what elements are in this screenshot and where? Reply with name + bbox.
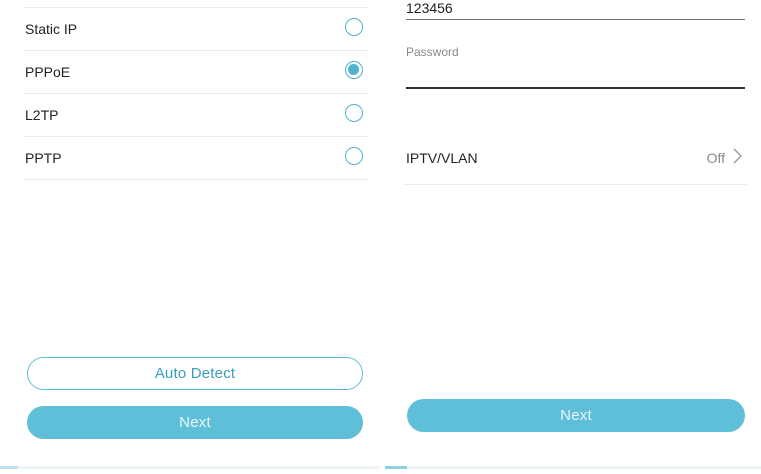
option-pptp[interactable]: PPTP — [24, 136, 368, 180]
connection-type-screen: Static IP PPPoE L2TP PPTP Auto Detect Ne… — [0, 0, 380, 474]
password-field[interactable]: Password — [406, 45, 459, 59]
home-indicator-accent — [0, 466, 18, 469]
option-label: PPTP — [25, 150, 62, 166]
option-label: PPPoE — [25, 64, 71, 80]
connection-type-list: Static IP PPPoE L2TP PPTP — [24, 7, 368, 180]
option-static-ip[interactable]: Static IP — [24, 7, 368, 50]
option-pppoe[interactable]: PPPoE — [24, 50, 368, 93]
home-indicator — [0, 466, 380, 469]
auto-detect-button[interactable]: Auto Detect — [27, 357, 363, 390]
iptv-vlan-label: IPTV/VLAN — [406, 150, 478, 166]
radio-filled-icon[interactable] — [345, 61, 363, 79]
option-l2tp[interactable]: L2TP — [24, 93, 368, 136]
iptv-vlan-row[interactable]: IPTV/VLAN Off — [403, 132, 747, 185]
option-label: L2TP — [25, 107, 59, 123]
chevron-right-icon — [733, 148, 742, 164]
iptv-vlan-value: Off — [706, 150, 725, 166]
password-underline — [406, 87, 745, 89]
pppoe-credentials-screen: 123456 Password IPTV/VLAN Off Next — [381, 0, 761, 474]
option-label: Static IP — [25, 21, 78, 37]
home-indicator-accent — [385, 466, 407, 469]
username-underline — [406, 19, 745, 20]
next-button[interactable]: Next — [407, 399, 745, 432]
radio-empty-icon[interactable] — [345, 147, 363, 165]
radio-empty-icon[interactable] — [345, 18, 363, 36]
username-field[interactable]: 123456 — [406, 0, 453, 16]
radio-empty-icon[interactable] — [345, 104, 363, 122]
next-button[interactable]: Next — [27, 406, 363, 439]
home-indicator — [385, 466, 761, 469]
